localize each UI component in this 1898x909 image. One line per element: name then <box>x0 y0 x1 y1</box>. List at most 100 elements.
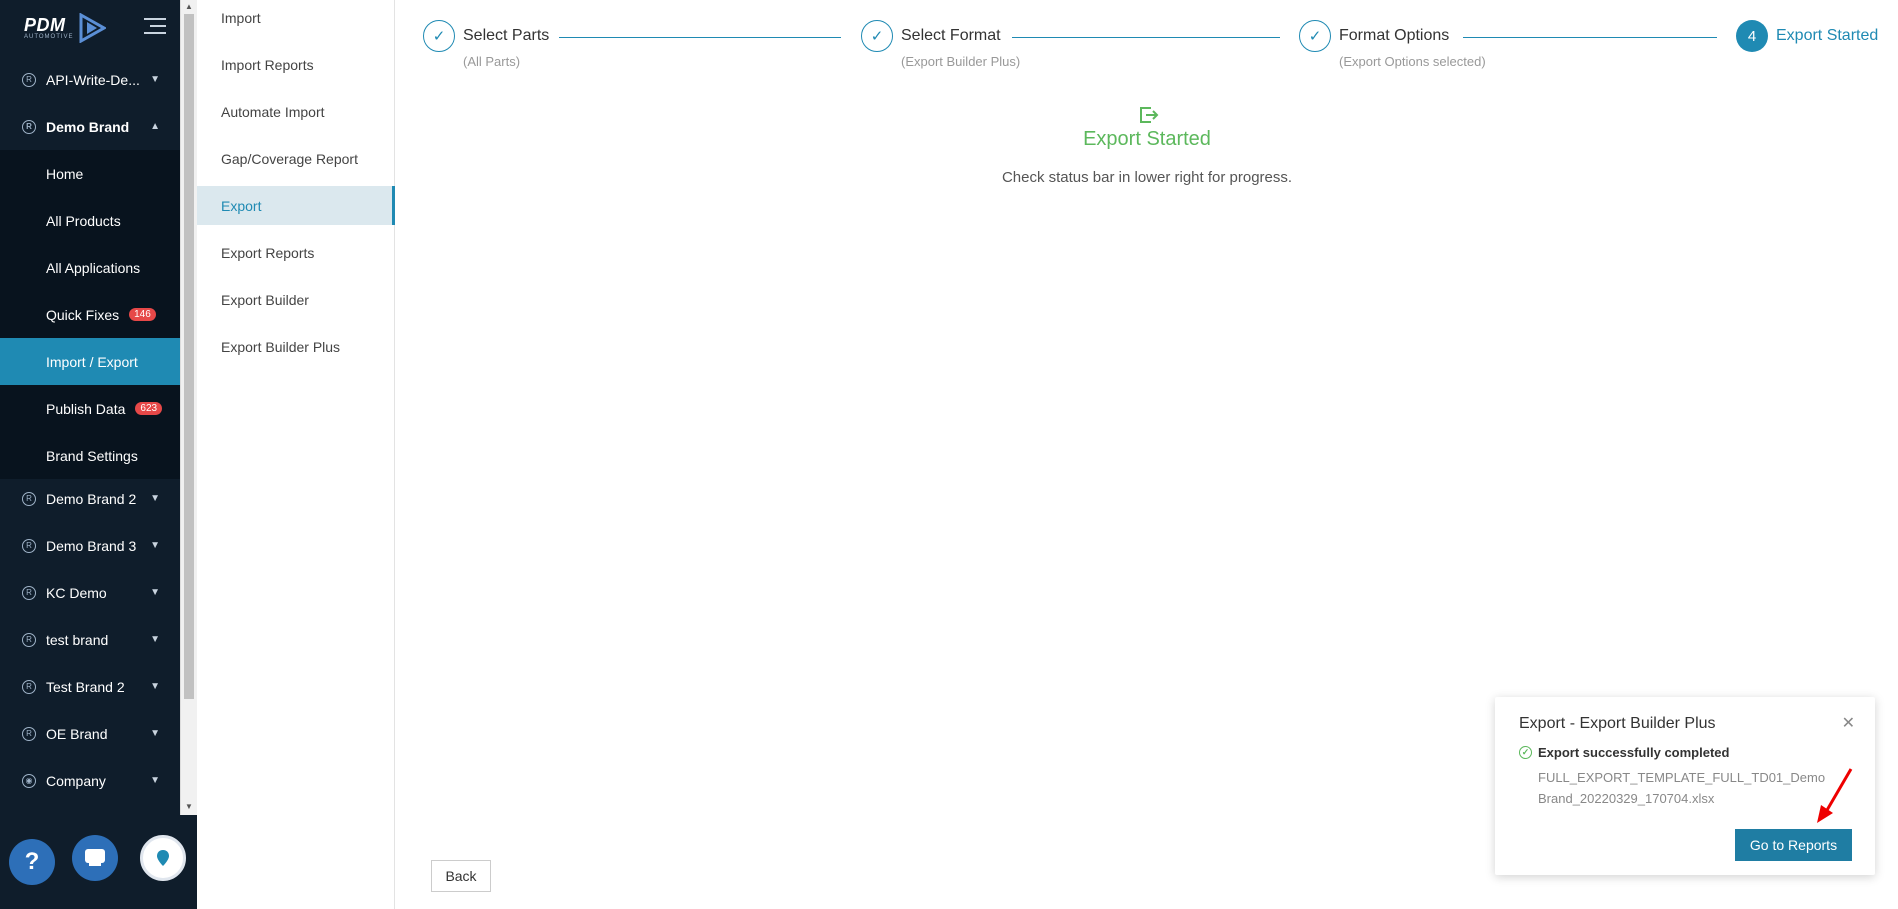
step-number: 4 <box>1736 20 1768 52</box>
sidebar-item-demo-brand-3[interactable]: R Demo Brand 3 ▼ <box>0 522 180 569</box>
submenu-item-label: Export Builder <box>221 291 309 308</box>
file-name-line: Brand_20220329_170704.xlsx <box>1538 791 1715 806</box>
submenu-item-label: Export Reports <box>221 244 315 261</box>
sidebar-item-brand-settings[interactable]: Brand Settings <box>0 432 180 479</box>
submenu-item-automate-import[interactable]: Automate Import <box>197 92 395 131</box>
sidebar-item-all-applications[interactable]: All Applications <box>0 244 180 291</box>
sidebar-item-home[interactable]: Home <box>0 150 180 197</box>
registered-icon: R <box>22 632 36 647</box>
chat-icon <box>85 849 105 866</box>
submenu-item-import[interactable]: Import <box>197 0 395 37</box>
step-connector <box>1463 37 1717 38</box>
sidebar-item-label: Demo Brand 2 <box>46 490 137 507</box>
chevron-down-icon: ▼ <box>150 540 160 551</box>
sidebar-item-demo-brand[interactable]: R Demo Brand ▲ <box>0 103 180 150</box>
sidebar-item-publish-data[interactable]: Publish Data 623 <box>0 385 180 432</box>
chat-button[interactable] <box>72 835 118 881</box>
step-format-options[interactable]: ✓ Format Options (Export Options selecte… <box>1299 20 1486 69</box>
export-icon <box>1139 106 1159 130</box>
check-icon: ✓ <box>423 20 455 52</box>
scroll-up-icon[interactable]: ▲ <box>185 2 193 11</box>
import-export-submenu: Import Import Reports Automate Import Ga… <box>197 0 395 909</box>
step-description: (Export Options selected) <box>1339 54 1486 69</box>
step-title: Export Started <box>1776 27 1879 44</box>
status-text: Export successfully completed <box>1538 745 1730 760</box>
feedback-button[interactable] <box>140 835 186 881</box>
sidebar-item-label: API-Write-De... <box>46 71 140 88</box>
registered-icon: R <box>22 726 36 741</box>
step-description: (All Parts) <box>463 54 521 69</box>
export-file-name: FULL_EXPORT_TEMPLATE_FULL_TD01_Demo Bran… <box>1538 767 1828 809</box>
sidebar-item-api-write-demo[interactable]: R API-Write-De... ▼ <box>0 56 180 103</box>
step-title: Select Format <box>901 27 1001 44</box>
close-icon[interactable]: ✕ <box>1842 713 1855 733</box>
back-button[interactable]: Back <box>431 860 491 892</box>
pdm-logo[interactable]: PDM AUTOMOTIVE <box>24 12 106 44</box>
submenu-item-export-builder[interactable]: Export Builder <box>197 280 395 319</box>
chevron-down-icon: ▼ <box>150 634 160 645</box>
scrollbar-thumb[interactable] <box>184 14 194 699</box>
check-icon: ✓ <box>861 20 893 52</box>
sidebar-item-label: Publish Data <box>46 400 126 417</box>
sidebar-item-label: Home <box>46 165 84 182</box>
sidebar-item-oe-brand[interactable]: R OE Brand ▼ <box>0 710 180 757</box>
brand-name: PDM <box>24 14 66 35</box>
step-connector <box>1012 37 1280 38</box>
sidebar-item-label: KC Demo <box>46 584 107 601</box>
sidebar-item-test-brand[interactable]: R test brand ▼ <box>0 616 180 663</box>
chevron-down-icon: ▼ <box>150 775 160 786</box>
sidebar-item-company[interactable]: ◉ Company ▼ <box>0 757 180 804</box>
go-to-reports-button[interactable]: Go to Reports <box>1735 829 1852 861</box>
scroll-down-icon[interactable]: ▼ <box>185 802 193 811</box>
pin-icon <box>157 850 169 866</box>
chevron-down-icon: ▼ <box>150 728 160 739</box>
chevron-up-icon: ▲ <box>150 121 160 132</box>
menu-toggle-icon[interactable] <box>144 18 166 38</box>
registered-icon: R <box>22 538 36 553</box>
submenu-item-label: Gap/Coverage Report <box>221 150 358 167</box>
sidebar-bottom-bar: ? <box>0 815 197 909</box>
sidebar-item-label: OE Brand <box>46 725 108 742</box>
sidebar-item-label: Import / Export <box>46 353 138 370</box>
publish-data-badge: 623 <box>135 402 163 415</box>
quick-fixes-badge: 146 <box>129 308 156 321</box>
notification-status: ✓ Export successfully completed <box>1519 745 1729 760</box>
registered-icon: R <box>22 585 36 600</box>
sidebar-scrollbar[interactable]: ▲ ▼ <box>180 0 197 815</box>
sidebar-item-all-products[interactable]: All Products <box>0 197 180 244</box>
sidebar-item-label: Demo Brand 3 <box>46 537 137 554</box>
sidebar-item-quick-fixes[interactable]: Quick Fixes 146 <box>0 291 180 338</box>
step-connector <box>559 37 841 38</box>
sidebar-item-label: test brand <box>46 631 109 648</box>
step-description: (Export Builder Plus) <box>901 54 1021 69</box>
sidebar-item-test-brand-2[interactable]: R Test Brand 2 ▼ <box>0 663 180 710</box>
file-name-line: FULL_EXPORT_TEMPLATE_FULL_TD01_Demo <box>1538 770 1826 785</box>
registered-icon: R <box>22 119 36 134</box>
submenu-item-gap-coverage-report[interactable]: Gap/Coverage Report <box>197 139 395 178</box>
step-select-parts[interactable]: ✓ Select Parts (All Parts) <box>423 20 549 69</box>
sidebar-item-label: All Applications <box>46 259 141 276</box>
sidebar: PDM AUTOMOTIVE R API-Write-De... ▼ R Dem… <box>0 0 180 909</box>
submenu-item-export-builder-plus[interactable]: Export Builder Plus <box>197 327 395 366</box>
notification-title: Export - Export Builder Plus <box>1519 715 1716 732</box>
help-button[interactable]: ? <box>9 839 55 885</box>
sidebar-item-label: All Products <box>46 212 121 229</box>
step-title: Format Options <box>1339 27 1450 44</box>
step-export-started: 4 Export Started <box>1736 20 1878 52</box>
red-arrow-annotation <box>1817 768 1853 823</box>
check-circle-icon: ✓ <box>1519 746 1532 759</box>
question-icon: ? <box>24 848 40 875</box>
chevron-down-icon: ▼ <box>150 493 160 504</box>
sidebar-item-label: Brand Settings <box>46 447 138 464</box>
step-select-format[interactable]: ✓ Select Format (Export Builder Plus) <box>861 20 1020 69</box>
sidebar-item-import-export[interactable]: Import / Export <box>0 338 180 385</box>
submenu-item-export[interactable]: Export <box>197 186 395 225</box>
sidebar-item-demo-brand-2[interactable]: R Demo Brand 2 ▼ <box>0 475 180 522</box>
check-icon: ✓ <box>1299 20 1331 52</box>
brand-tagline: AUTOMOTIVE <box>24 33 74 40</box>
submenu-item-export-reports[interactable]: Export Reports <box>197 233 395 272</box>
submenu-item-import-reports[interactable]: Import Reports <box>197 45 395 84</box>
sidebar-item-kc-demo[interactable]: R KC Demo ▼ <box>0 569 180 616</box>
sidebar-item-label: Demo Brand <box>46 118 130 135</box>
submenu-item-label: Automate Import <box>221 103 325 120</box>
